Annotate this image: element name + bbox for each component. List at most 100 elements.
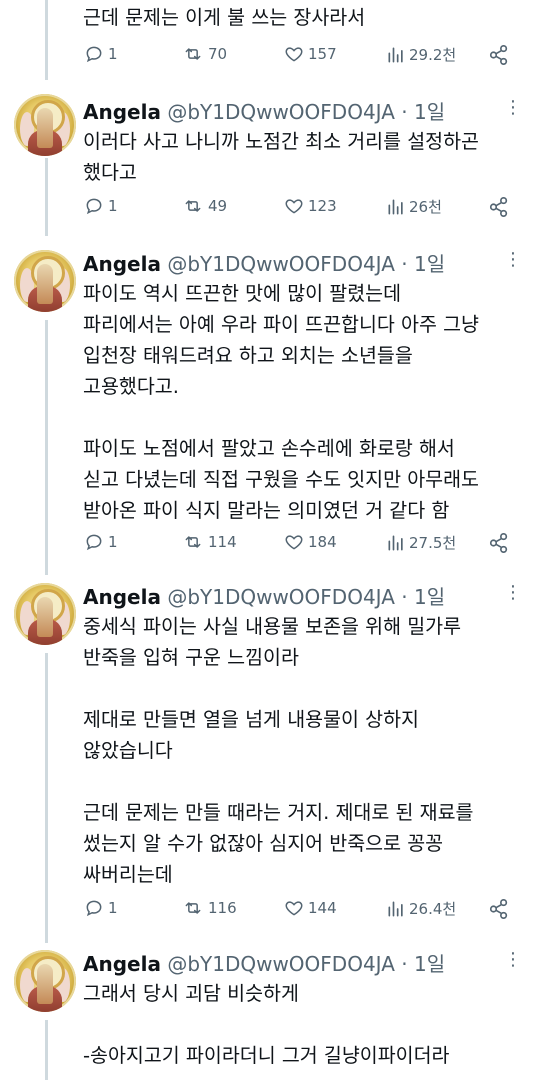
tweet-text-line: 근데 문제는 만들 때라는 거지. 제대로 된 재료를 <box>83 801 474 824</box>
like-count: 123 <box>308 197 337 215</box>
avatar[interactable] <box>14 250 76 312</box>
like-button[interactable]: 123 <box>283 196 337 216</box>
tweet-actions: 1 114 184 27.5천 <box>83 532 523 560</box>
tweet-text-line: 받아온 파이 식지 말라는 의미였던 거 같다 함 <box>83 499 450 522</box>
retweet-button[interactable]: 49 <box>181 196 227 216</box>
share-button[interactable] <box>488 196 510 218</box>
view-count: 26.4천 <box>409 900 457 918</box>
tweet-text-line: 않았습니다 <box>83 739 173 762</box>
retweet-button[interactable]: 116 <box>181 898 237 918</box>
user-handle[interactable]: @bY1DQwwOOFDO4JA <box>167 952 395 976</box>
retweet-icon <box>185 200 201 212</box>
view-count: 29.2천 <box>409 46 457 64</box>
tweet-text-line: 썼는지 알 수가 없잖아 심지어 반죽으로 꽁꽁 <box>83 832 444 855</box>
timestamp[interactable]: 1일 <box>414 585 445 609</box>
tweet-text-line: 반죽을 입혀 구운 느낌이라 <box>83 646 299 669</box>
like-button[interactable]: 157 <box>283 44 337 64</box>
retweet-button[interactable]: 114 <box>181 532 237 552</box>
like-count: 157 <box>308 45 337 63</box>
share-button[interactable] <box>488 898 510 920</box>
heart-icon <box>285 47 303 62</box>
retweet-count: 70 <box>208 45 228 63</box>
tweet[interactable]: Angela @bY1DQwwOOFDO4JA · 1일 ⋮ 중세식 파이는 사… <box>0 575 540 940</box>
tweet-text-line: 고용했다고. <box>83 375 179 398</box>
views-icon <box>388 901 403 916</box>
timestamp[interactable]: 1일 <box>414 252 445 276</box>
tweet-text-line: 싣고 다녔는데 직접 구웠을 수도 잇지만 아무래도 <box>83 468 479 491</box>
avatar[interactable] <box>14 583 76 645</box>
retweet-count: 49 <box>208 197 228 215</box>
share-icon <box>489 533 508 553</box>
timestamp[interactable]: 1일 <box>414 100 445 124</box>
views-icon <box>388 199 403 214</box>
more-options-icon[interactable]: ⋮ <box>504 584 522 602</box>
tweet-text-line: 그래서 당시 괴담 비슷하게 <box>83 982 299 1005</box>
reply-button[interactable]: 1 <box>83 898 118 918</box>
tweet-text-line: 싸버리는데 <box>83 863 173 886</box>
share-icon <box>489 899 508 919</box>
views-button[interactable]: 27.5천 <box>386 532 456 553</box>
tweet-actions: 1 49 123 26천 <box>83 196 523 224</box>
tweet-header: Angela @bY1DQwwOOFDO4JA · 1일 <box>83 952 446 976</box>
heart-icon <box>285 901 303 916</box>
tweet-text-line: 제대로 만들면 열을 넘게 내용물이 상하지 <box>83 708 419 731</box>
views-button[interactable]: 26.4천 <box>386 898 456 919</box>
share-button[interactable] <box>488 532 510 554</box>
reply-icon <box>86 534 102 551</box>
reply-button[interactable]: 1 <box>83 196 118 216</box>
reply-button[interactable]: 1 <box>83 44 118 64</box>
views-button[interactable]: 26천 <box>386 196 442 217</box>
display-name[interactable]: Angela <box>83 952 161 976</box>
tweet-text-line: 파리에서는 아예 우라 파이 뜨끈합니다 아주 그냥 <box>83 313 479 336</box>
tweet-text-line: 했다고 <box>83 161 137 184</box>
tweet-text-line: 파이도 역시 뜨끈한 맛에 많이 팔렸는데 <box>83 282 402 305</box>
tweet-header: Angela @bY1DQwwOOFDO4JA · 1일 <box>83 585 446 609</box>
retweet-icon <box>185 536 201 548</box>
tweet-text-line: -송아지고기 파이라더니 그거 길냥이파이더라 <box>83 1044 450 1067</box>
reply-icon <box>86 198 102 215</box>
tweet-actions: 1 116 144 26.4천 <box>83 898 523 926</box>
display-name[interactable]: Angela <box>83 252 161 276</box>
reply-button[interactable]: 1 <box>83 532 118 552</box>
retweet-icon <box>185 902 201 914</box>
tweet[interactable]: Angela @bY1DQwwOOFDO4JA · 1일 ⋮ 이러다 사고 나니… <box>0 90 540 240</box>
tweet-partial[interactable]: 근데 문제는 이게 불 쓰는 장사라서 1 70 157 29.2천 <box>0 0 540 80</box>
avatar[interactable] <box>14 94 76 156</box>
share-icon <box>489 45 508 65</box>
heart-icon <box>285 535 303 550</box>
views-icon <box>388 535 403 550</box>
tweet-text-line: 중세식 파이는 사실 내용물 보존을 위해 밀가루 <box>83 615 462 638</box>
more-options-icon[interactable]: ⋮ <box>504 99 522 117</box>
like-button[interactable]: 184 <box>283 532 337 552</box>
view-count: 26천 <box>409 198 442 216</box>
user-handle[interactable]: @bY1DQwwOOFDO4JA <box>167 252 395 276</box>
display-name[interactable]: Angela <box>83 100 161 124</box>
tweet-actions: 1 70 157 29.2천 <box>83 44 523 72</box>
reply-icon <box>86 900 102 917</box>
reply-count: 1 <box>108 533 118 551</box>
timestamp[interactable]: 1일 <box>414 952 445 976</box>
tweet-text-line: 입천장 태워드려요 하고 외치는 소년들을 <box>83 344 413 367</box>
like-count: 144 <box>308 899 337 917</box>
avatar[interactable] <box>14 950 76 1012</box>
retweet-count: 114 <box>208 533 237 551</box>
user-handle[interactable]: @bY1DQwwOOFDO4JA <box>167 100 395 124</box>
reply-count: 1 <box>108 45 118 63</box>
retweet-button[interactable]: 70 <box>181 44 227 64</box>
tweet[interactable]: Angela @bY1DQwwOOFDO4JA · 1일 ⋮ 파이도 역시 뜨끈… <box>0 240 540 570</box>
retweet-icon <box>185 48 201 60</box>
tweet-header: Angela @bY1DQwwOOFDO4JA · 1일 <box>83 100 446 124</box>
tweet[interactable]: Angela @bY1DQwwOOFDO4JA · 1일 ⋮ 그래서 당시 괴담… <box>0 942 540 1080</box>
display-name[interactable]: Angela <box>83 585 161 609</box>
like-button[interactable]: 144 <box>283 898 337 918</box>
more-options-icon[interactable]: ⋮ <box>504 251 522 269</box>
views-icon <box>388 47 403 63</box>
heart-icon <box>285 199 303 214</box>
more-options-icon[interactable]: ⋮ <box>504 951 522 969</box>
tweet-text-line: 근데 문제는 이게 불 쓰는 장사라서 <box>83 6 366 29</box>
reply-count: 1 <box>108 899 118 917</box>
views-button[interactable]: 29.2천 <box>386 44 456 65</box>
share-button[interactable] <box>488 44 510 66</box>
user-handle[interactable]: @bY1DQwwOOFDO4JA <box>167 585 395 609</box>
tweet-text-line: 파이도 노점에서 팔았고 손수레에 화로랑 해서 <box>83 437 455 460</box>
